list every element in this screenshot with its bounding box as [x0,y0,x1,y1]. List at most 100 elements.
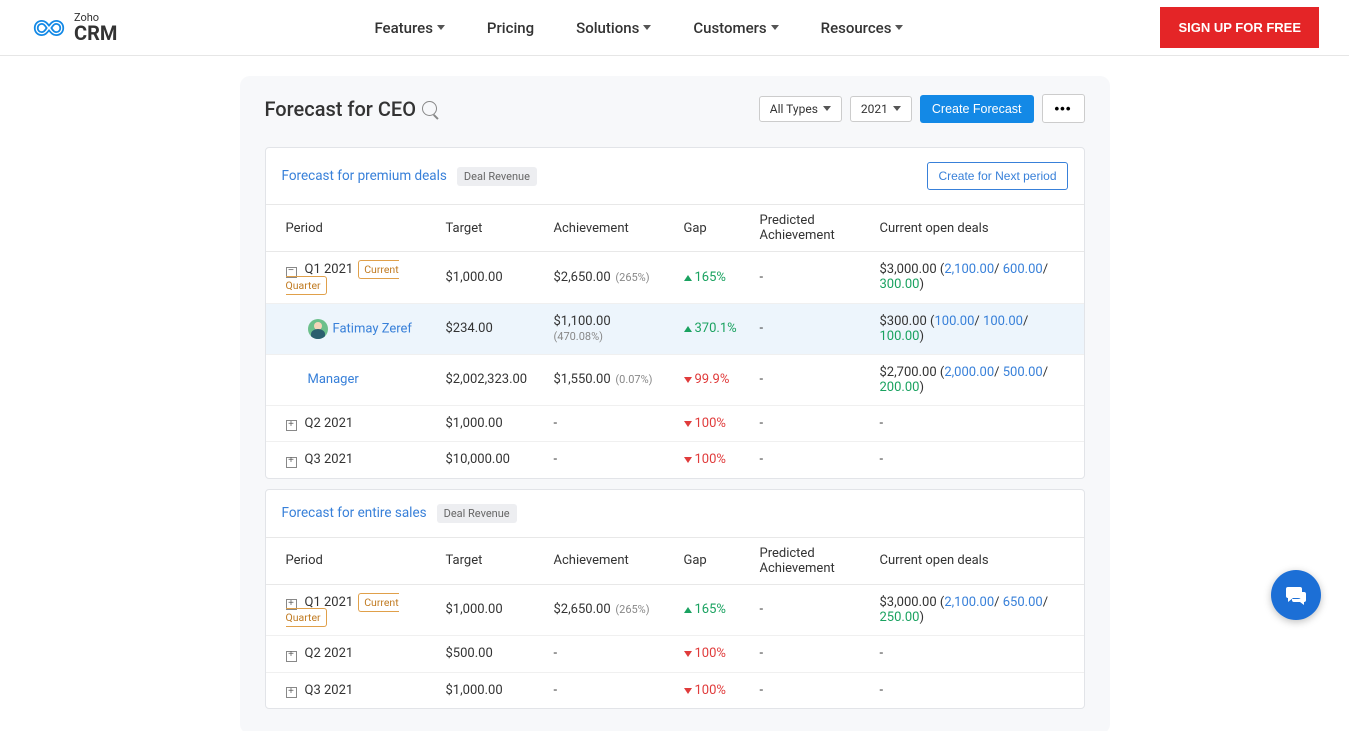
cell-predicted: - [750,442,870,478]
nav-item-pricing[interactable]: Pricing [487,19,534,37]
cell-period: + Q3 2021 [266,442,436,478]
cell-target: $1,000.00 [436,405,544,442]
cell-open-deals: $3,000.00 (2,100.00/ 650.00/ 250.00) [870,584,1084,636]
create-forecast-button[interactable]: Create Forecast [920,95,1034,123]
logo[interactable]: Zoho CRM [30,12,117,43]
filter-type-dropdown[interactable]: All Types [759,96,842,122]
table-row: −Q1 2021Current Quarter$1,000.00$2,650.0… [266,252,1084,304]
cell-target: $10,000.00 [436,442,544,478]
cell-period: Fatimay Zeref [266,303,436,354]
cell-predicted: - [750,405,870,442]
cell-achievement: - [544,636,674,673]
arrow-down-icon [684,688,692,694]
expand-icon[interactable]: + [286,457,297,468]
search-icon[interactable] [422,101,437,116]
signup-button[interactable]: SIGN UP FOR FREE [1160,7,1319,48]
cell-predicted: - [750,672,870,708]
user-link[interactable]: Fatimay Zeref [333,321,412,336]
column-header: Target [436,537,544,584]
cell-gap: 99.9% [674,354,750,405]
cell-period: +Q2 2021 [266,636,436,673]
table-row: +Q2 2021$500.00-100%-- [266,636,1084,673]
header-actions: All Types 2021 Create Forecast ••• [759,94,1085,123]
table-row: Fatimay Zeref $234.00$1,100.00 (470.08%)3… [266,303,1084,354]
cell-gap: 370.1% [674,303,750,354]
chevron-down-icon [895,25,903,30]
cell-target: $1,000.00 [436,672,544,708]
chat-fab[interactable] [1271,570,1321,620]
logo-product: CRM [74,23,117,43]
arrow-down-icon [684,421,692,427]
period-label: Q3 2021 [305,452,354,467]
table-row: +Q2 2021$1,000.00-100%-- [266,405,1084,442]
card-title[interactable]: Forecast for entire sales [282,505,427,521]
user-link[interactable]: Manager [308,372,359,387]
cell-target: $1,000.00 [436,252,544,304]
cell-period: Manager [266,354,436,405]
chevron-down-icon [437,25,445,30]
card-header: Forecast for premium dealsDeal Revenue Cr… [266,148,1084,204]
chat-icon [1284,583,1308,607]
column-header: Gap [674,205,750,252]
table-row: +Q1 2021Current Quarter$1,000.00$2,650.0… [266,584,1084,636]
arrow-down-icon [684,377,692,383]
column-header: Target [436,205,544,252]
nav-item-solutions[interactable]: Solutions [576,19,651,37]
filter-year-label: 2021 [861,102,888,116]
create-next-period-button[interactable]: Create for Next period [927,162,1067,190]
column-header: Predicted Achievement [750,537,870,584]
nav-item-resources[interactable]: Resources [821,19,904,37]
filter-year-dropdown[interactable]: 2021 [850,96,912,122]
arrow-up-icon [684,275,692,281]
column-header: Gap [674,537,750,584]
column-header: Current open deals [870,537,1084,584]
expand-icon[interactable]: + [286,420,297,431]
cell-predicted: - [750,252,870,304]
cell-gap: 100% [674,636,750,673]
column-header: Achievement [544,205,674,252]
cell-open-deals: $2,700.00 (2,000.00/ 500.00/ 200.00) [870,354,1084,405]
cell-achievement: $2,650.00 (265%) [544,584,674,636]
cell-achievement: $1,100.00 (470.08%) [544,303,674,354]
card-header-left: Forecast for premium dealsDeal Revenue [282,167,537,186]
cell-period: −Q1 2021Current Quarter [266,252,436,304]
forecast-table: PeriodTargetAchievementGapPredicted Achi… [266,537,1084,709]
nav-item-customers[interactable]: Customers [693,19,778,37]
filter-type-label: All Types [770,102,818,116]
cell-open-deals: $3,000.00 (2,100.00/ 600.00/ 300.00) [870,252,1084,304]
cell-target: $234.00 [436,303,544,354]
top-nav: Zoho CRM Features Pricing Solutions Custome… [0,0,1349,56]
column-header: Period [266,205,436,252]
expand-icon[interactable]: + [286,687,297,698]
period-label: Q3 2021 [305,683,354,698]
cell-target: $500.00 [436,636,544,673]
card-title[interactable]: Forecast for premium deals [282,168,447,184]
chevron-down-icon [893,106,901,111]
cell-gap: 165% [674,252,750,304]
cell-period: + Q3 2021 [266,672,436,708]
arrow-up-icon [684,326,692,332]
column-header: Period [266,537,436,584]
nav-item-label: Customers [693,19,766,37]
page-header: Forecast for CEO All Types 2021 Create F… [240,76,1110,137]
expand-icon[interactable]: + [286,651,297,662]
column-header: Current open deals [870,205,1084,252]
cell-gap: 100% [674,672,750,708]
cell-achievement: - [544,405,674,442]
cell-achievement: - [544,442,674,478]
cell-gap: 100% [674,442,750,478]
arrow-down-icon [684,651,692,657]
cell-gap: 100% [674,405,750,442]
cell-period: +Q1 2021Current Quarter [266,584,436,636]
arrow-down-icon [684,457,692,463]
more-button[interactable]: ••• [1042,94,1085,123]
page-title: Forecast for CEO [265,97,437,121]
nav-item-label: Solutions [576,19,639,37]
cell-achievement: $1,550.00 (0.07%) [544,354,674,405]
forecast-page: Forecast for CEO All Types 2021 Create F… [240,76,1110,731]
card-header-left: Forecast for entire salesDeal Revenue [282,504,517,523]
forecast-table: PeriodTargetAchievementGapPredicted Achi… [266,204,1084,478]
nav-item-features[interactable]: Features [374,19,444,37]
cell-open-deals: $300.00 (100.00/ 100.00/ 100.00) [870,303,1084,354]
chevron-down-icon [771,25,779,30]
